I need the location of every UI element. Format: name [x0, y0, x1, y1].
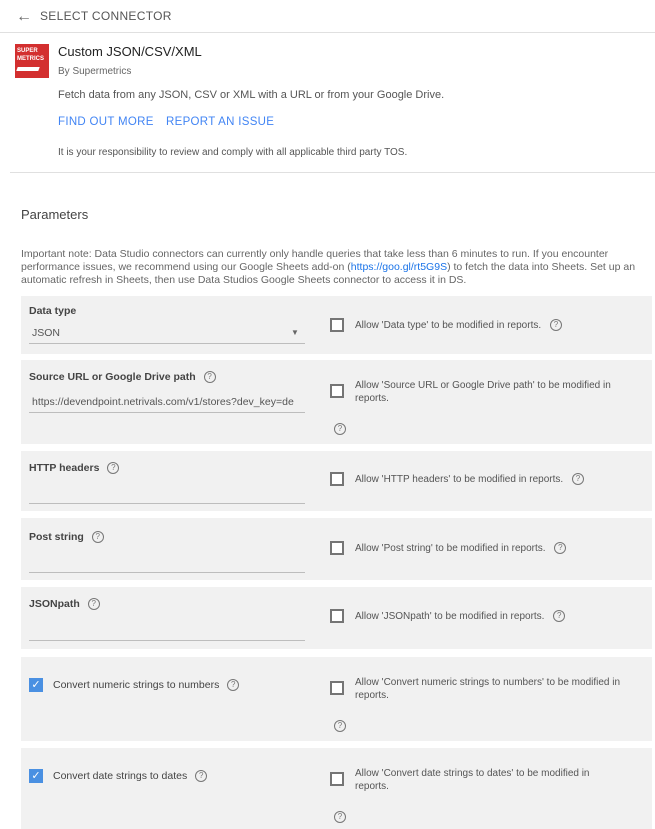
http-headers-input[interactable] — [29, 503, 305, 504]
allow-jsonpath-text: Allow 'JSONpath' to be modified in repor… — [355, 611, 545, 622]
data-type-select[interactable]: JSON — [32, 327, 308, 339]
allow-convert-dates-checkbox[interactable] — [330, 772, 344, 786]
source-url-label-text: Source URL or Google Drive path — [29, 371, 196, 383]
convert-numeric-label: Convert numeric strings to numbers ? — [53, 679, 240, 692]
help-icon[interactable]: ? — [227, 679, 240, 692]
convert-dates-label: Convert date strings to dates ? — [53, 770, 208, 783]
allow-http-headers-checkbox[interactable] — [330, 472, 344, 486]
help-icon[interactable]: ? — [195, 770, 208, 783]
help-icon[interactable]: ? — [334, 811, 346, 823]
allow-jsonpath-checkbox[interactable] — [330, 609, 344, 623]
chevron-down-icon[interactable]: ▼ — [291, 328, 299, 337]
help-icon[interactable]: ? — [571, 473, 584, 486]
source-url-input[interactable]: https://devendpoint.netrivals.com/v1/sto… — [32, 396, 308, 408]
allow-source-url-checkbox[interactable] — [330, 384, 344, 398]
allow-data-type-checkbox[interactable] — [330, 318, 344, 332]
allow-convert-numeric-checkbox[interactable] — [330, 681, 344, 695]
allow-http-headers-label: Allow 'HTTP headers' to be modified in r… — [355, 473, 584, 486]
tos-notice: It is your responsibility to review and … — [58, 147, 408, 158]
divider — [10, 172, 655, 173]
post-string-label: Post string ? — [29, 531, 104, 544]
allow-http-headers-text: Allow 'HTTP headers' to be modified in r… — [355, 474, 564, 485]
sheets-addon-link[interactable]: https://goo.gl/rt5G9S — [351, 261, 447, 273]
jsonpath-label: JSONpath ? — [29, 598, 100, 611]
http-headers-label: HTTP headers ? — [29, 462, 120, 475]
allow-convert-dates-label: Allow 'Convert date strings to dates' to… — [355, 768, 590, 792]
data-type-underline — [29, 343, 305, 344]
help-icon[interactable]: ? — [334, 423, 346, 435]
logo-text-2: METRICS — [17, 56, 44, 62]
post-string-label-text: Post string — [29, 531, 84, 543]
source-url-label: Source URL or Google Drive path ? — [29, 371, 216, 384]
help-icon[interactable]: ? — [334, 720, 346, 732]
performance-note: Important note: Data Studio connectors c… — [21, 248, 641, 287]
connector-name: Custom JSON/CSV/XML — [58, 44, 202, 59]
logo-text-1: SUPER — [17, 48, 38, 54]
convert-numeric-checkbox[interactable]: ✓ — [29, 678, 43, 692]
page-title: SELECT CONNECTOR — [40, 9, 172, 23]
allow-post-string-label: Allow 'Post string' to be modified in re… — [355, 542, 567, 555]
post-string-input[interactable] — [29, 572, 305, 573]
connector-description: Fetch data from any JSON, CSV or XML wit… — [58, 89, 445, 101]
help-icon[interactable]: ? — [87, 598, 100, 611]
supermetrics-logo: SUPER METRICS — [15, 44, 49, 78]
allow-post-string-checkbox[interactable] — [330, 541, 344, 555]
help-icon[interactable]: ? — [549, 319, 562, 332]
help-icon[interactable]: ? — [553, 610, 566, 623]
data-type-label: Data type — [29, 305, 77, 317]
help-icon[interactable]: ? — [107, 462, 120, 475]
find-out-more-link[interactable]: FIND OUT MORE — [58, 116, 154, 128]
convert-dates-text: Convert date strings to dates — [53, 770, 188, 782]
allow-data-type-label: Allow 'Data type' to be modified in repo… — [355, 319, 562, 332]
help-icon[interactable]: ? — [554, 542, 567, 555]
help-icon[interactable]: ? — [91, 531, 104, 544]
report-issue-link[interactable]: REPORT AN ISSUE — [166, 116, 274, 128]
source-url-underline — [29, 412, 305, 413]
parameters-heading: Parameters — [21, 207, 89, 222]
allow-source-url-label: Allow 'Source URL or Google Drive path' … — [355, 380, 611, 404]
allow-jsonpath-label: Allow 'JSONpath' to be modified in repor… — [355, 610, 566, 623]
connector-author: By Supermetrics — [58, 66, 132, 77]
allow-convert-numeric-label: Allow 'Convert numeric strings to number… — [355, 677, 621, 701]
jsonpath-input[interactable] — [29, 640, 305, 641]
http-headers-label-text: HTTP headers — [29, 462, 100, 474]
allow-post-string-text: Allow 'Post string' to be modified in re… — [355, 543, 546, 554]
arrow-left-icon[interactable]: ← — [16, 8, 32, 26]
convert-dates-checkbox[interactable]: ✓ — [29, 769, 43, 783]
help-icon[interactable]: ? — [203, 371, 216, 384]
convert-numeric-text: Convert numeric strings to numbers — [53, 679, 220, 691]
jsonpath-label-text: JSONpath — [29, 598, 80, 610]
allow-data-type-text: Allow 'Data type' to be modified in repo… — [355, 320, 542, 331]
